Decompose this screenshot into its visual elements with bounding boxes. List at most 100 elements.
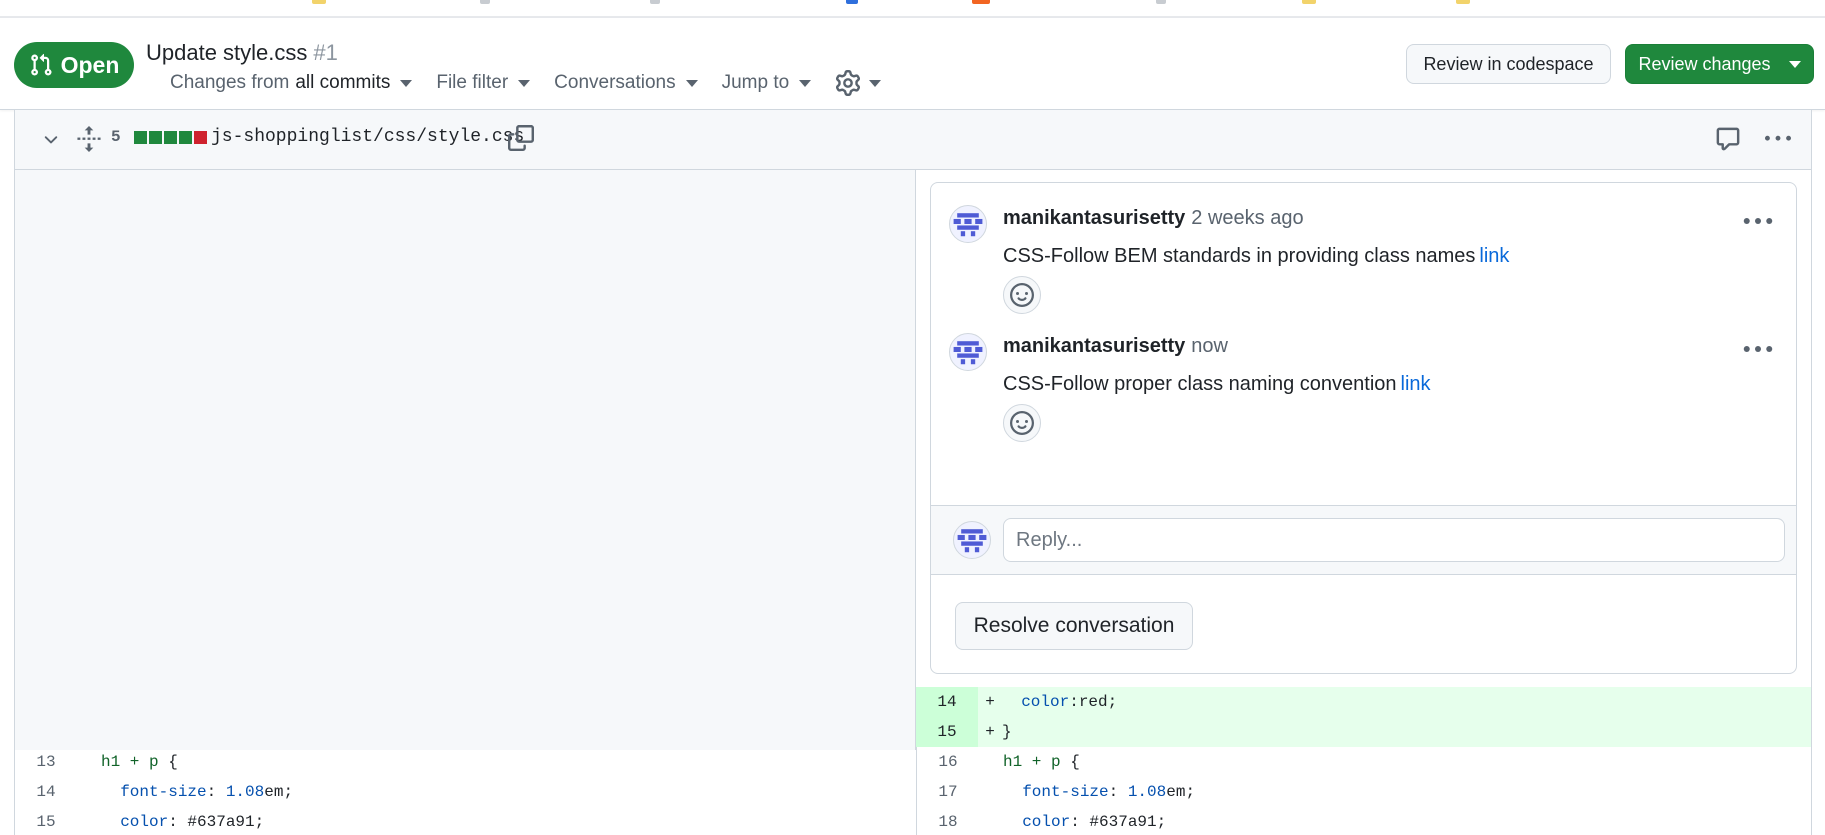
smiley-icon [1010,411,1034,435]
comment-link[interactable]: link [1401,373,1431,395]
add-reaction-button[interactable] [1003,276,1041,314]
comment-header: manikantasurisetty now [1003,335,1228,358]
jump-to-label: Jump to [721,72,790,93]
code-content: color:red; [1002,693,1117,711]
changes-from-dropdown[interactable]: Changes from all commits [170,72,413,94]
diff-line-context: 17 font-size: 1.08em; [916,777,1811,807]
bookmark-fragment [480,0,490,4]
diff-line-context: 15 color: #637a91; [15,807,916,835]
pr-sticky-header: Open Update style.css #1 Changes from all… [0,18,1825,110]
comment-text: CSS-Follow proper class naming conventio… [1003,373,1397,395]
line-number[interactable]: 18 [917,813,979,831]
diffstat-blocks [134,131,207,144]
avatar[interactable] [949,205,987,243]
review-changes-button[interactable]: Review changes [1625,44,1814,84]
resolve-conversation-button[interactable]: Resolve conversation [955,602,1193,650]
code-content: font-size: 1.08em; [1003,783,1195,801]
code-content: font-size: 1.08em; [101,783,293,801]
diff-line-added: 15 + } [916,717,1811,747]
code-content: color: #637a91; [101,813,264,831]
add-reaction-button[interactable] [1003,404,1041,442]
comment-time[interactable]: now [1191,335,1228,357]
line-number[interactable]: 15 [916,717,978,747]
comment-body: CSS-Follow BEM standards in providing cl… [1003,245,1509,268]
review-changes-label: Review changes [1638,53,1771,74]
comment-text: CSS-Follow BEM standards in providing cl… [1003,245,1476,267]
expand-all-icon[interactable] [77,126,101,152]
pr-state-label: Open [60,51,120,78]
changes-from-value: all commits [295,72,391,93]
comment-author[interactable]: manikantasurisetty [1003,207,1185,229]
browser-bookmark-strip [0,0,1825,18]
code-token: : #637a91; [1070,813,1167,831]
caret-down-icon [685,79,698,87]
pr-state-badge: Open [14,42,134,88]
comment-time[interactable]: 2 weeks ago [1191,207,1303,229]
jump-to-dropdown[interactable]: Jump to [722,72,812,94]
kebab-horizontal-icon[interactable] [1743,339,1773,359]
line-number[interactable]: 16 [917,753,979,771]
line-number[interactable]: 17 [917,783,979,801]
conversations-dropdown[interactable]: Conversations [554,72,698,94]
line-number[interactable]: 15 [15,813,77,831]
avatar [953,521,991,559]
pr-title-text: Update style.css [146,40,308,65]
diff-settings-dropdown[interactable] [835,70,882,96]
file-filter-label: File filter [436,72,509,93]
diffstat-added-block [134,131,147,144]
pr-files-toolbar: Changes from all commits File filter Con… [170,68,905,98]
comment-body: CSS-Follow proper class naming conventio… [1003,373,1431,396]
code-token: : [1108,783,1128,801]
smiley-icon [1010,283,1034,307]
line-number[interactable]: 13 [15,753,77,771]
caret-down-icon [799,79,812,87]
diff-left-pane [15,170,916,750]
comment-icon[interactable] [1715,126,1741,152]
reply-input[interactable] [1003,518,1785,562]
avatar[interactable] [949,333,987,371]
caret-down-icon [1788,60,1801,68]
code-token: : [206,783,226,801]
comment-author[interactable]: manikantasurisetty [1003,335,1185,357]
code-token: { [1060,753,1080,771]
chevron-down-icon[interactable] [41,130,61,150]
git-pull-request-icon [30,53,52,76]
diffstat-added-block [164,131,177,144]
pr-title[interactable]: Update style.css #1 [146,40,338,66]
code-token-sel: h1 + p [101,753,159,771]
diff-line-context: 14 font-size: 1.08em; [15,777,916,807]
diffstat-added-block [179,131,192,144]
reply-area [931,505,1796,575]
bookmark-fragment [846,0,858,4]
code-token-sel: h1 + p [1003,753,1061,771]
review-in-codespace-button[interactable]: Review in codespace [1406,44,1611,84]
caret-down-icon [400,79,413,87]
diff-line-context: 13 h1 + p { [15,747,916,777]
comment-link[interactable]: link [1479,245,1509,267]
changes-from-prefix: Changes from [170,72,290,93]
bookmark-fragment [650,0,660,4]
line-number[interactable]: 14 [15,783,77,801]
comment-header: manikantasurisetty 2 weeks ago [1003,207,1304,230]
code-token: :red; [1069,693,1118,711]
identicon-icon [953,341,983,365]
code-token: em; [264,783,294,801]
code-token-prop: color [120,813,169,831]
line-number[interactable]: 14 [916,687,978,717]
file-header: 5 js-shoppinglist/css/style.css [15,110,1811,170]
copy-icon[interactable] [508,124,534,152]
code-content: h1 + p { [1003,753,1080,771]
caret-down-icon [869,79,882,87]
code-token: : #637a91; [168,813,265,831]
file-changes-count: 5 [111,128,121,146]
kebab-horizontal-icon[interactable] [1763,126,1793,152]
code-token: em; [1166,783,1196,801]
file-filter-dropdown[interactable]: File filter [436,72,531,94]
code-token: { [158,753,178,771]
file-path[interactable]: js-shoppinglist/css/style.css [211,127,524,147]
caret-down-icon [518,79,531,87]
kebab-horizontal-icon[interactable] [1743,211,1773,231]
